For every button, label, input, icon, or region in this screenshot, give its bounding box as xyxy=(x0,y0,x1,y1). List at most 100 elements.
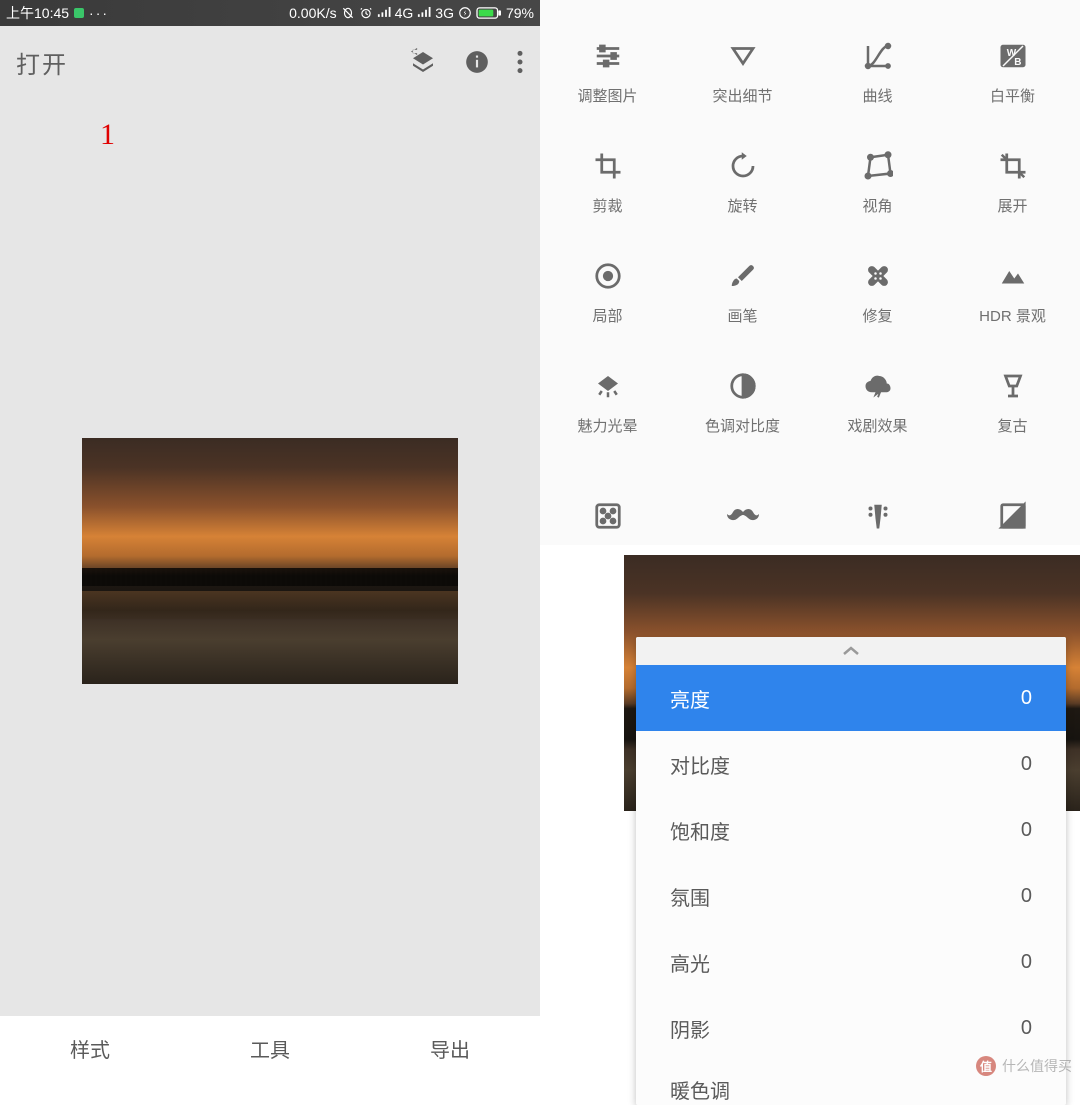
watermark-badge: 值 xyxy=(976,1056,996,1076)
dice-icon xyxy=(593,501,623,531)
chevron-up-icon xyxy=(839,644,863,658)
tool-crop[interactable]: 剪裁 xyxy=(540,128,675,238)
adjust-value: 0 xyxy=(1021,753,1032,776)
adjust-row-ambiance[interactable]: 氛围 0 xyxy=(636,863,1066,929)
adjust-label: 高光 xyxy=(670,948,710,977)
wb-icon: WB xyxy=(998,41,1028,71)
panel-3-adjust: 亮度 0 对比度 0 饱和度 0 氛围 0 高光 0 阴影 0 暖色调 xyxy=(540,545,1080,1080)
curves-icon xyxy=(863,41,893,71)
sliders-icon xyxy=(593,41,623,71)
tool-label: 画笔 xyxy=(727,305,757,326)
tool-white-balance[interactable]: WB 白平衡 xyxy=(945,18,1080,128)
mountains-icon xyxy=(998,261,1028,291)
mustache-icon xyxy=(726,506,760,526)
tool-label: 剪裁 xyxy=(592,195,622,216)
tool-label: 修复 xyxy=(862,305,892,326)
tab-export[interactable]: 导出 xyxy=(360,1016,540,1080)
tool-perspective[interactable]: 视角 xyxy=(810,128,945,238)
tool-vintage[interactable]: 复古 xyxy=(945,348,1080,458)
annotation-marker-1: 1 xyxy=(100,118,115,152)
app-bar: 打开 xyxy=(0,26,540,98)
tool-tune[interactable]: 调整图片 xyxy=(540,18,675,128)
tool-brush[interactable]: 画笔 xyxy=(675,238,810,348)
info-icon[interactable] xyxy=(464,49,490,75)
adjust-value: 0 xyxy=(1021,951,1032,974)
tab-looks[interactable]: 样式 xyxy=(0,1016,180,1080)
adjust-value: 0 xyxy=(1021,1017,1032,1040)
preview-image[interactable] xyxy=(82,438,458,684)
tool-label: HDR 景观 xyxy=(979,305,1046,326)
tool-selective[interactable]: 局部 xyxy=(540,238,675,348)
signal-2-icon xyxy=(417,7,431,19)
tool-hdr[interactable]: HDR 景观 xyxy=(945,238,1080,348)
adjust-label: 氛围 xyxy=(670,882,710,911)
tool-rotate[interactable]: 旋转 xyxy=(675,128,810,238)
tool-glamour[interactable]: 魅力光晕 xyxy=(540,348,675,458)
bandage-icon xyxy=(863,261,893,291)
tab-tools[interactable]: 工具 xyxy=(180,1016,360,1080)
tool-label: 局部 xyxy=(592,305,622,326)
tool-label: 调整图片 xyxy=(577,85,637,106)
adjust-row-contrast[interactable]: 对比度 0 xyxy=(636,731,1066,797)
cloud-icon xyxy=(863,371,893,401)
half-circle-icon xyxy=(728,371,758,401)
tool-curves[interactable]: 曲线 xyxy=(810,18,945,128)
tool-label: 色调对比度 xyxy=(705,415,780,436)
adjust-label: 暖色调 xyxy=(670,1075,730,1104)
tool-details[interactable]: 突出细节 xyxy=(675,18,810,128)
svg-text:B: B xyxy=(1014,56,1021,67)
adjust-value: 0 xyxy=(1021,819,1032,842)
crop-icon xyxy=(593,151,623,181)
tool-label: 曲线 xyxy=(862,85,892,106)
tool-label: 旋转 xyxy=(727,195,757,216)
status-net-speed: 0.00K/s xyxy=(289,5,336,21)
adjust-row-highlights[interactable]: 高光 0 xyxy=(636,929,1066,995)
tool-label: 展开 xyxy=(997,195,1027,216)
status-network-1: 4G xyxy=(395,5,414,21)
open-button[interactable]: 打开 xyxy=(16,45,68,80)
adjust-value: 0 xyxy=(1021,687,1032,710)
brush-icon xyxy=(728,261,758,291)
bw-square-icon xyxy=(998,501,1028,531)
panel-2-tools: 调整图片 突出细节 曲线 WB 白平衡 剪裁 旋转 视角 展开 xyxy=(540,0,1080,545)
expand-icon xyxy=(998,151,1028,181)
status-bar: 上午10:45 ··· 0.00K/s 4G 3G 79% xyxy=(0,0,540,26)
adjust-row-brightness[interactable]: 亮度 0 xyxy=(636,665,1066,731)
lamp-icon xyxy=(998,371,1028,401)
perspective-icon xyxy=(863,151,893,181)
adjust-row-shadows[interactable]: 阴影 0 xyxy=(636,995,1066,1061)
signal-1-icon xyxy=(377,7,391,19)
mute-icon xyxy=(341,6,355,20)
status-battery-pct: 79% xyxy=(506,5,534,21)
tool-expand[interactable]: 展开 xyxy=(945,128,1080,238)
status-time: 上午10:45 xyxy=(6,3,69,23)
adjust-value: 0 xyxy=(1021,885,1032,908)
adjust-label: 亮度 xyxy=(670,684,710,713)
glow-icon xyxy=(593,371,623,401)
tool-drama[interactable]: 戏剧效果 xyxy=(810,348,945,458)
tool-label: 突出细节 xyxy=(712,85,772,106)
status-network-2: 3G xyxy=(435,5,454,21)
tools-grid: 调整图片 突出细节 曲线 WB 白平衡 剪裁 旋转 视角 展开 xyxy=(540,0,1080,568)
target-icon xyxy=(593,261,623,291)
tool-heal[interactable]: 修复 xyxy=(810,238,945,348)
charging-circle-icon xyxy=(458,6,472,20)
adjust-row-saturation[interactable]: 饱和度 0 xyxy=(636,797,1066,863)
panel-1-editor: 上午10:45 ··· 0.00K/s 4G 3G 79% 打开 样式 工 xyxy=(0,0,540,1080)
status-more: ··· xyxy=(89,5,109,21)
adjust-slider-panel[interactable]: 亮度 0 对比度 0 饱和度 0 氛围 0 高光 0 阴影 0 暖色调 xyxy=(636,637,1066,1105)
tool-label: 视角 xyxy=(862,195,892,216)
adjust-label: 饱和度 xyxy=(670,816,730,845)
triangle-down-icon xyxy=(728,41,758,71)
rotate-icon xyxy=(728,151,758,181)
overflow-menu-icon[interactable] xyxy=(516,49,524,75)
tool-label: 白平衡 xyxy=(990,85,1035,106)
guitar-head-icon xyxy=(863,501,893,531)
alarm-icon xyxy=(359,6,373,20)
tool-label: 戏剧效果 xyxy=(847,415,907,436)
tool-label: 复古 xyxy=(997,415,1027,436)
status-app-icon xyxy=(73,7,85,19)
panel-handle[interactable] xyxy=(636,637,1066,665)
layers-undo-icon[interactable] xyxy=(408,47,438,77)
tool-tonal[interactable]: 色调对比度 xyxy=(675,348,810,458)
